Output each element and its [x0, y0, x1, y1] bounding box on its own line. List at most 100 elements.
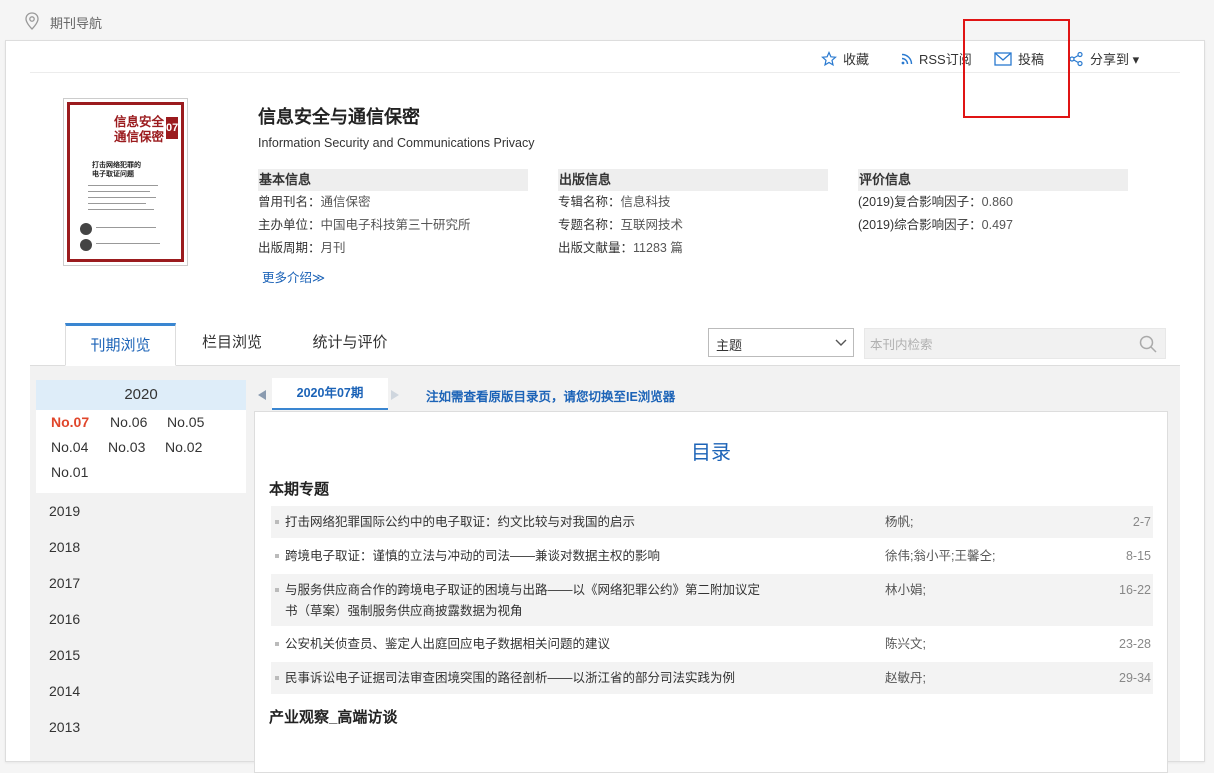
bullet — [275, 554, 279, 558]
cover-portrait — [80, 223, 92, 235]
article-title-cont[interactable]: 书（草案）强制服务供应商披露数据为视角 — [285, 600, 523, 622]
info-value: 互联网技术 — [620, 218, 684, 232]
tab-column-browse[interactable]: 栏目浏览 — [202, 323, 262, 364]
cover-headline-line1: 打击网络犯罪的 — [92, 162, 141, 169]
submit-button[interactable]: 投稿 — [994, 49, 1044, 68]
article-title[interactable]: 跨境电子取证：谨慎的立法与冲动的司法——兼谈对数据主权的影响 — [285, 545, 660, 567]
current-issue: 2020年07期 — [272, 378, 388, 410]
info-value: 通信保密 — [320, 195, 371, 209]
article-pages: 8-15 — [1125, 549, 1151, 563]
issue-grid: No.07 No.06 No.05 No.04 No.03 No.02 No.0… — [36, 410, 246, 493]
issue-link[interactable]: No.05 — [167, 414, 204, 430]
share-button[interactable]: 分享到 ▾ — [1068, 49, 1139, 68]
top-nav: 期刊导航 — [0, 0, 1214, 40]
publish-info: 出版信息 专辑名称：信息科技 专题名称：互联网技术 出版文献量：11283 篇 — [558, 169, 828, 260]
info-row: 曾用刊名：通信保密 — [258, 191, 528, 214]
more-intro-link[interactable]: 更多介绍≫ — [262, 267, 325, 286]
location-pin-icon — [25, 12, 39, 30]
issue-bar: 2020年07期 注如需查看原版目录页，请您切换至IE浏览器 — [254, 378, 750, 410]
article-authors: 赵敏丹; — [885, 671, 926, 685]
search-field-value: 主题 — [716, 338, 743, 353]
ie-switch-note[interactable]: 注如需查看原版目录页，请您切换至IE浏览器 — [426, 386, 675, 405]
article-pages: 23-28 — [1119, 637, 1151, 651]
cover-text-line — [88, 191, 150, 192]
cover-headline-line2: 电子取证问题 — [92, 171, 134, 178]
nav-label[interactable]: 期刊导航 — [50, 13, 102, 32]
info-key: (2019)综合影响因子： — [858, 218, 982, 232]
next-issue-icon[interactable] — [390, 390, 400, 400]
cover-text-line — [88, 209, 154, 210]
issue-link[interactable]: No.07 — [51, 414, 89, 430]
article-authors: 徐伟;翁小平;王馨仝; — [885, 549, 996, 563]
year-item[interactable]: 2016 — [36, 601, 246, 637]
rss-button[interactable]: RSS订阅 — [901, 49, 972, 68]
issue-link[interactable]: No.02 — [165, 439, 202, 455]
article-title[interactable]: 公安机关侦查员、鉴定人出庭回应电子数据相关问题的建议 — [285, 633, 610, 655]
article-title[interactable]: 民事诉讼电子证据司法审查困境突围的路径剖析——以浙江省的部分司法实践为例 — [285, 667, 735, 689]
action-bar: 收藏 RSS订阅 投稿 分享到 ▾ — [6, 19, 1204, 118]
favorite-button[interactable]: 收藏 — [821, 49, 869, 68]
search-icon[interactable] — [1139, 335, 1157, 353]
article-pages: 16-22 — [1119, 583, 1151, 597]
info-key: 主办单位： — [258, 218, 321, 232]
year-item[interactable]: 2018 — [36, 529, 246, 565]
publish-info-head: 出版信息 — [558, 169, 828, 191]
article-title[interactable]: 与服务供应商合作的跨境电子取证的困境与出路——以《网络犯罪公约》第二附加议定 — [285, 579, 760, 601]
search-field-select[interactable]: 主题 — [708, 328, 854, 357]
article-row: 公安机关侦查员、鉴定人出庭回应电子数据相关问题的建议 陈兴文; 23-28 — [271, 628, 1153, 660]
info-key: 专辑名称： — [558, 195, 621, 209]
evaluation-info-head: 评价信息 — [858, 169, 1128, 191]
info-value: 中国电子科技第三十研究所 — [320, 218, 471, 232]
cover-text-line — [96, 227, 156, 228]
cover-issue-number: 07 — [166, 117, 178, 139]
mail-icon — [994, 51, 1012, 66]
rss-icon — [901, 53, 913, 64]
year-item[interactable]: 2017 — [36, 565, 246, 601]
article-authors: 林小娟; — [885, 583, 926, 597]
star-icon — [821, 50, 837, 66]
info-row: 出版周期：月刊 — [258, 237, 528, 260]
journal-cover[interactable]: 信息安全 通信保密 07 打击网络犯罪的 电子取证问题 — [63, 98, 188, 266]
year-list: 2020 No.07 No.06 No.05 No.04 No.03 No.02… — [36, 380, 246, 745]
journal-title: 信息安全与通信保密 — [258, 107, 420, 127]
issue-link[interactable]: No.06 — [110, 414, 147, 430]
evaluation-info: 评价信息 (2019)复合影响因子：0.860 (2019)综合影响因子：0.4… — [858, 169, 1128, 237]
info-key: 出版周期： — [258, 241, 321, 255]
bullet — [275, 676, 279, 680]
year-current[interactable]: 2020 — [36, 380, 246, 410]
article-authors: 陈兴文; — [885, 637, 926, 651]
journal-panel: 收藏 RSS订阅 投稿 分享到 ▾ 信息安全 通信保密 07 打击网络犯罪的 电… — [5, 19, 1205, 773]
info-value: 月刊 — [320, 241, 346, 255]
cover-text-line — [88, 185, 158, 186]
info-value: 0.497 — [981, 218, 1013, 232]
prev-issue-icon[interactable] — [257, 390, 267, 400]
issue-link[interactable]: No.04 — [51, 439, 88, 455]
bullet — [275, 642, 279, 646]
tab-statistics[interactable]: 统计与评价 — [310, 323, 390, 364]
journal-english-title: Information Security and Communications … — [258, 136, 535, 150]
year-item[interactable]: 2019 — [36, 493, 246, 529]
cover-title-line1: 信息安全 — [114, 115, 165, 129]
search-input[interactable] — [865, 329, 1137, 360]
rss-label: RSS订阅 — [919, 52, 972, 67]
cover-headline: 打击网络犯罪的 电子取证问题 — [92, 161, 141, 179]
info-row: (2019)综合影响因子：0.497 — [858, 214, 1128, 237]
tab-issue-browse[interactable]: 刊期浏览 — [65, 323, 176, 366]
info-value: 0.860 — [981, 195, 1013, 209]
year-item[interactable]: 2015 — [36, 637, 246, 673]
article-authors: 杨帆; — [885, 515, 914, 529]
basic-info-head: 基本信息 — [258, 169, 528, 191]
info-key: 专题名称： — [558, 218, 621, 232]
basic-info: 基本信息 曾用刊名：通信保密 主办单位：中国电子科技第三十研究所 出版周期：月刊 — [258, 169, 528, 260]
chevron-down-icon — [835, 339, 847, 346]
article-title[interactable]: 打击网络犯罪国际公约中的电子取证：约文比较与对我国的启示 — [285, 511, 635, 533]
share-label: 分享到 ▾ — [1090, 52, 1140, 67]
article-pages: 29-34 — [1119, 671, 1151, 685]
cover-text-line — [96, 243, 160, 244]
cover-title-line2: 通信保密 — [114, 130, 165, 144]
article-row: 跨境电子取证：谨慎的立法与冲动的司法——兼谈对数据主权的影响 徐伟;翁小平;王馨… — [271, 540, 1153, 572]
issue-link[interactable]: No.03 — [108, 439, 145, 455]
issue-link[interactable]: No.01 — [51, 464, 88, 480]
info-row: 主办单位：中国电子科技第三十研究所 — [258, 214, 528, 237]
year-item[interactable]: 2014 — [36, 673, 246, 709]
